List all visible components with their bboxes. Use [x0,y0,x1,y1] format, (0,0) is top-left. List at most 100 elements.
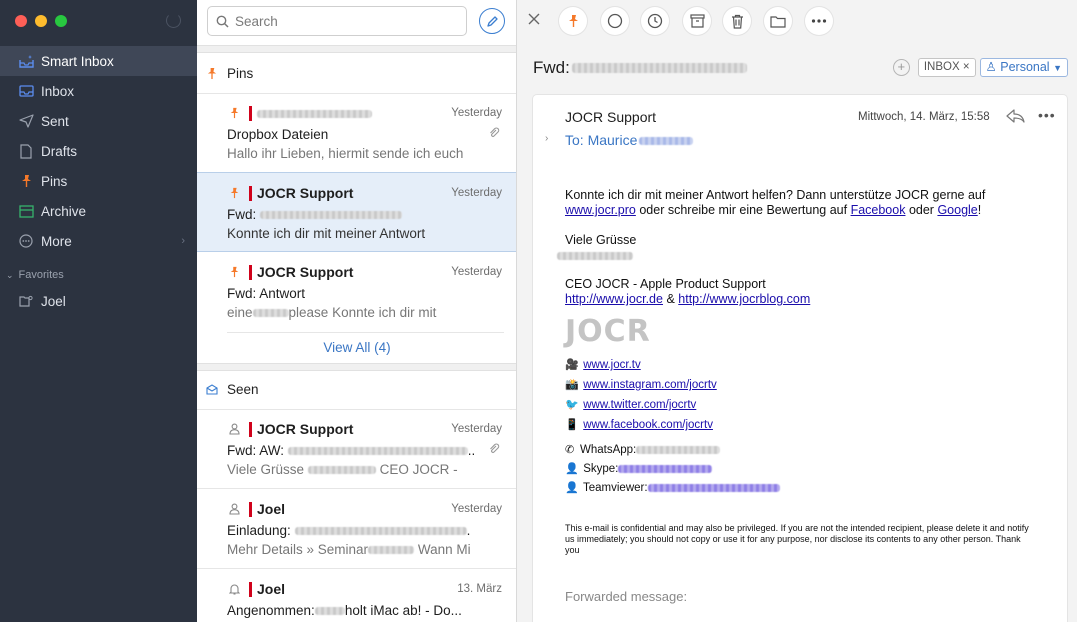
link-jocr-de[interactable]: http://www.jocr.de [565,292,663,306]
social-item: 📱 www.facebook.com/jocrtv [565,415,1035,435]
sidebar-item-pins[interactable]: Pins [0,166,197,196]
close-icon[interactable] [527,12,541,29]
account-selector[interactable]: ♙ Personal ▼ [979,58,1068,77]
person-icon: 👤 [565,463,579,475]
pin-button[interactable] [559,7,587,35]
link-jocr-pro[interactable]: www.jocr.pro [565,203,636,217]
sidebar-item-smart-inbox[interactable]: Smart Inbox [0,46,197,76]
sidebar-item-drafts[interactable]: Drafts [0,136,197,166]
flag-marker [249,422,252,437]
sidebar-item-joel[interactable]: Joel [0,286,197,316]
reading-pane: Fwd: + INBOX × ♙ Personal ▼ JOCR Support… [517,0,1077,622]
favorites-header[interactable]: ⌄ Favorites [6,269,64,281]
link-instagram[interactable]: www.instagram.com/jocrtv [583,379,717,391]
flag-marker [249,106,252,121]
link-facebook-page[interactable]: www.facebook.com/jocrtv [583,419,713,431]
link-google[interactable]: Google [937,203,977,217]
more-actions-button[interactable] [805,7,833,35]
sidebar: Smart Inbox Inbox Sent Drafts Pins Archi… [0,0,197,622]
sidebar-item-label: Drafts [41,143,78,159]
signature-links: http://www.jocr.de & http://www.jocrblog… [565,292,811,306]
attachment-icon [488,127,500,142]
link-twitter[interactable]: www.twitter.com/jocrtv [583,399,696,411]
compose-icon [486,15,498,27]
redacted-text [307,466,376,475]
timestamp: Yesterday [451,107,502,119]
list-item[interactable]: JOCR Support Yesterday Fwd: AW: .. Viele… [197,409,516,489]
person-icon [229,503,240,518]
archive-icon [689,14,705,28]
zoom-window-button[interactable] [55,15,67,27]
email-card: JOCR Support Mittwoch, 14. März, 15:58 •… [533,95,1067,622]
link-jocrblog[interactable]: http://www.jocrblog.com [678,292,810,306]
bird-icon: 🐦 [565,399,579,411]
signature-role: CEO JOCR - Apple Product Support [565,277,766,291]
ellipsis-icon[interactable]: ••• [1038,107,1056,123]
snooze-button[interactable] [641,7,669,35]
close-window-button[interactable] [15,15,27,27]
search-icon [216,15,229,28]
tag-bar: + INBOX × ♙ Personal ▼ [892,58,1068,77]
pin-icon [229,107,240,122]
redacted-text [260,211,403,220]
envelope-open-icon [206,384,220,395]
list-item[interactable]: Yesterday Dropbox Dateien Hallo ihr Lieb… [197,93,516,173]
sidebar-item-more[interactable]: More › [0,226,197,256]
social-item: 📸 www.instagram.com/jocrtv [565,375,1035,395]
redacted-text [257,110,372,119]
link-jocr-tv[interactable]: www.jocr.tv [583,359,641,371]
section-title: Pins [227,66,254,81]
email-body: Konnte ich dir mit meiner Antwort helfen… [557,188,1035,604]
sidebar-item-inbox[interactable]: Inbox [0,76,197,106]
timestamp: Yesterday [451,266,502,278]
trash-button[interactable] [723,7,751,35]
search-input[interactable] [235,13,445,29]
pin-icon [229,266,240,281]
redacted-text [618,464,713,473]
view-all-link[interactable]: View All (4) [197,333,516,363]
add-tag-button[interactable]: + [892,59,910,76]
teamviewer-line: 👤 Teamviewer: [565,479,1035,498]
sidebar-item-label: More [41,233,72,249]
person-icon [229,423,240,438]
sidebar-item-label: Pins [41,173,68,189]
redacted-name [557,248,1035,263]
remove-tag-icon[interactable]: × [963,61,970,73]
sender-name [257,105,372,121]
redacted-text [647,483,780,492]
list-item[interactable]: JOCR Support Yesterday Fwd: Antwort eine… [197,252,516,332]
pin-icon [229,187,240,202]
redacted-text [252,309,289,318]
recipients[interactable]: To: Maurice [565,132,694,148]
list-item-selected[interactable]: JOCR Support Yesterday Fwd: Konnte ich d… [197,172,516,252]
subject: Fwd: Antwort [227,286,306,301]
subject: Fwd: [227,207,403,222]
trash-icon [731,14,743,29]
list-item[interactable]: Joel Yesterday Einladung: . Mehr Details… [197,489,516,569]
sidebar-item-label: Sent [41,113,69,129]
minimize-window-button[interactable] [35,15,47,27]
sidebar-item-label: Archive [41,203,87,219]
timestamp: Yesterday [451,423,502,435]
inbox-tag[interactable]: INBOX × [917,58,976,77]
move-to-folder-button[interactable] [764,7,792,35]
redacted-text [571,63,747,73]
list-item[interactable]: Joel 13. März Angenommen: holt iMac ab! -… [197,569,516,622]
chevron-down-icon: ⌄ [6,270,14,280]
inbox-icon [18,83,34,99]
mark-done-button[interactable] [601,7,629,35]
chevron-right-icon[interactable]: › [545,133,548,144]
flag-marker [249,265,252,280]
reply-icon[interactable] [1006,109,1026,126]
compose-button[interactable] [479,8,505,34]
pin-icon [206,67,220,80]
sidebar-item-label: Joel [41,293,66,309]
link-facebook[interactable]: Facebook [851,203,906,217]
section-title: Seen [227,382,259,397]
sidebar-item-archive[interactable]: Archive [0,196,197,226]
redacted-text [314,607,345,616]
search-field[interactable] [207,6,467,36]
more-icon [18,233,34,249]
archive-button[interactable] [683,7,711,35]
sidebar-item-sent[interactable]: Sent [0,106,197,136]
